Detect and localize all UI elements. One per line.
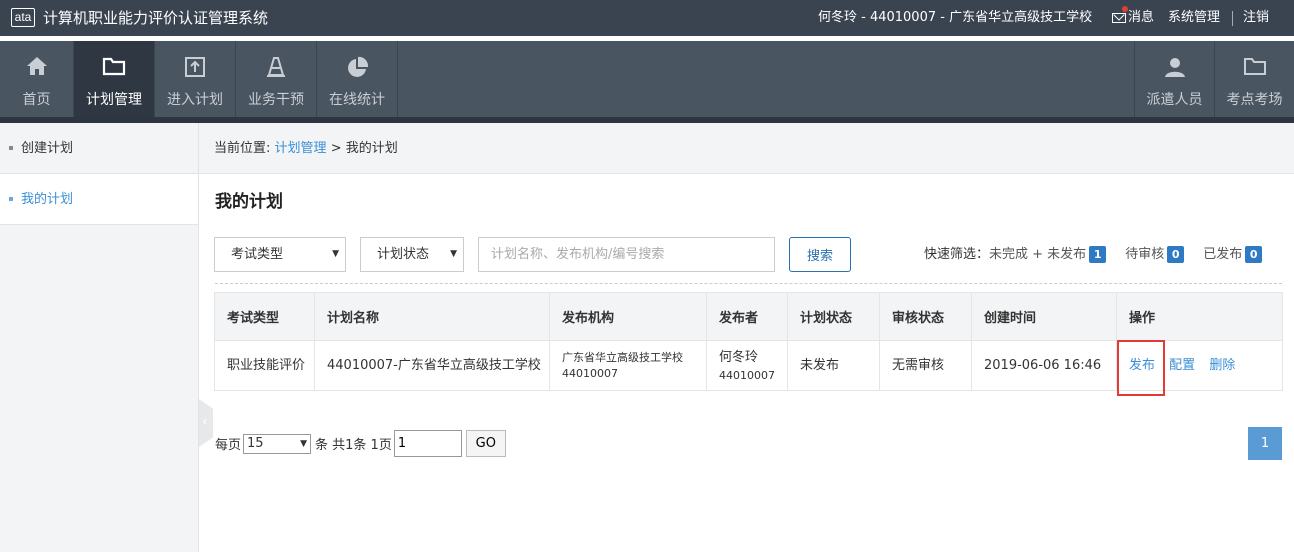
per-page-label: 每页 <box>215 438 242 453</box>
pagination: 每页 15 ▼ 条 共1条 1页 GO <box>215 430 506 457</box>
dropdown-arrow-icon: ▼ <box>300 438 308 449</box>
cell-plan-name: 44010007-广东省华立高级技工学校 <box>314 340 550 391</box>
exam-type-value: 考试类型 <box>231 247 284 262</box>
nav-exam-sites[interactable]: 考点考场 <box>1215 41 1294 117</box>
nav-enter-plan[interactable]: 进入计划 <box>155 41 236 117</box>
column-header: 审核状态 <box>879 292 972 341</box>
top-header: ata 计算机职业能力评价认证管理系统 何冬玲 - 44010007 - 广东省… <box>0 0 1294 36</box>
search-input[interactable] <box>478 237 775 272</box>
nav-dispatched-staff[interactable]: 派遣人员 <box>1134 41 1215 117</box>
page-button-1[interactable]: 1 <box>1248 427 1282 460</box>
user-info: 何冬玲 - 44010007 - 广东省华立高级技工学校 <box>818 10 1093 25</box>
cell-created-time: 2019-06-06 16:46 <box>971 340 1117 391</box>
app-title: 计算机职业能力评价认证管理系统 <box>43 9 269 27</box>
count-badge: 1 <box>1089 246 1107 263</box>
pager-summary: 条 共1条 1页 <box>315 438 392 453</box>
notification-dot <box>1122 6 1128 12</box>
table-header-row: 考试类型 计划名称 发布机构 发布者 计划状态 审核状态 创建时间 操作 <box>214 292 1283 341</box>
column-header: 发布者 <box>706 292 788 341</box>
quick-option-label: 已发布 <box>1203 247 1243 262</box>
column-header: 创建时间 <box>971 292 1117 341</box>
column-header: 计划名称 <box>314 292 550 341</box>
plan-status-value: 计划状态 <box>377 247 430 262</box>
count-badge: 0 <box>1167 246 1185 263</box>
nav-home[interactable]: 首页 <box>0 41 74 117</box>
config-link[interactable]: 配置 <box>1169 358 1195 373</box>
org-code: 44010007 <box>562 366 618 380</box>
chevron-left-icon: ‹ <box>202 414 208 430</box>
cone-icon <box>267 57 285 77</box>
upload-icon <box>185 57 205 77</box>
dropdown-arrow-icon: ▼ <box>332 249 339 259</box>
sidebar-item-create-plan[interactable]: 创建计划 <box>0 123 198 174</box>
folder-icon <box>1243 58 1266 75</box>
nav-label: 派遣人员 <box>1146 92 1203 108</box>
search-button[interactable]: 搜索 <box>789 237 851 272</box>
breadcrumb-prefix: 当前位置: <box>214 141 271 156</box>
quick-filter-incomplete[interactable]: 未完成 + 未发布 1 <box>989 246 1107 263</box>
nav-label: 业务干预 <box>248 92 304 108</box>
logout-link[interactable]: 注销 <box>1243 10 1269 26</box>
quick-option-label: 待审核 <box>1125 247 1165 262</box>
nav-label: 计划管理 <box>86 92 142 108</box>
nav-business-intervention[interactable]: 业务干预 <box>236 41 317 117</box>
user-icon <box>1164 58 1185 77</box>
quick-filter: 快速筛选： 未完成 + 未发布 1 待审核 0 已发布 0 <box>924 246 1263 263</box>
quick-filter-published[interactable]: 已发布 0 <box>1203 246 1263 263</box>
page-number-input[interactable] <box>393 430 462 457</box>
mail-icon <box>1112 13 1126 23</box>
breadcrumb: 当前位置: 计划管理 > 我的计划 <box>199 123 1294 174</box>
org-name: 广东省华立高级技工学校 <box>562 350 683 364</box>
nav-label: 考点考场 <box>1226 92 1283 108</box>
breadcrumb-link-plan-management[interactable]: 计划管理 <box>275 141 327 156</box>
dropdown-arrow-icon: ▼ <box>450 249 457 259</box>
count-badge: 0 <box>1245 246 1263 263</box>
per-page-select[interactable]: 15 ▼ <box>243 433 312 454</box>
column-header: 操作 <box>1116 292 1283 341</box>
nav-label: 首页 <box>22 92 51 108</box>
cell-publisher: 何冬玲 44010007 <box>706 340 788 391</box>
highlight-box <box>1117 340 1165 396</box>
plan-status-select[interactable]: 计划状态 ▼ <box>360 237 464 272</box>
quick-filter-label: 快速筛选： <box>924 247 990 262</box>
exam-type-select[interactable]: 考试类型 ▼ <box>214 237 346 272</box>
main-nav: 首页 计划管理 进入计划 业务干预 在线统计 派遣人员 考点考场 <box>0 41 1294 117</box>
sidebar-item-my-plans[interactable]: 我的计划 <box>0 174 198 225</box>
top-actions: 消息 系统管理 注销 <box>1112 6 1269 26</box>
cell-review-status: 无需审核 <box>879 340 972 391</box>
folder-icon <box>102 57 126 76</box>
column-header: 发布机构 <box>549 292 707 341</box>
messages-link[interactable]: 消息 <box>1112 6 1155 26</box>
quick-option-label: 未完成 + 未发布 <box>989 247 1087 262</box>
home-icon <box>26 57 47 75</box>
breadcrumb-separator: > <box>330 141 342 156</box>
per-page-value: 15 <box>247 435 264 451</box>
sidebar-collapse-toggle[interactable]: ‹ <box>199 399 213 447</box>
divider <box>215 283 1282 284</box>
sidebar: 创建计划 我的计划 <box>0 123 199 552</box>
nav-label: 进入计划 <box>167 92 223 108</box>
delete-link[interactable]: 删除 <box>1209 358 1235 373</box>
nav-label: 在线统计 <box>329 92 385 108</box>
cell-plan-status: 未发布 <box>787 340 880 391</box>
column-header: 考试类型 <box>214 292 315 341</box>
logo: ata <box>11 8 35 27</box>
publisher-code: 44010007 <box>719 368 775 382</box>
quick-filter-pending-review[interactable]: 待审核 0 <box>1125 246 1185 263</box>
nav-online-stats[interactable]: 在线统计 <box>317 41 398 117</box>
go-button[interactable]: GO <box>465 430 506 457</box>
cell-exam-type: 职业技能评价 <box>214 340 315 391</box>
divider <box>1232 10 1234 26</box>
pie-chart-icon <box>348 56 369 77</box>
system-management-link[interactable]: 系统管理 <box>1168 10 1220 26</box>
cell-org: 广东省华立高级技工学校 44010007 <box>549 340 707 391</box>
breadcrumb-current: 我的计划 <box>345 141 398 156</box>
messages-label: 消息 <box>1128 10 1155 25</box>
column-header: 计划状态 <box>787 292 880 341</box>
page-title: 我的计划 <box>215 192 283 212</box>
nav-plan-management[interactable]: 计划管理 <box>74 41 155 117</box>
publisher-name: 何冬玲 <box>719 349 759 365</box>
